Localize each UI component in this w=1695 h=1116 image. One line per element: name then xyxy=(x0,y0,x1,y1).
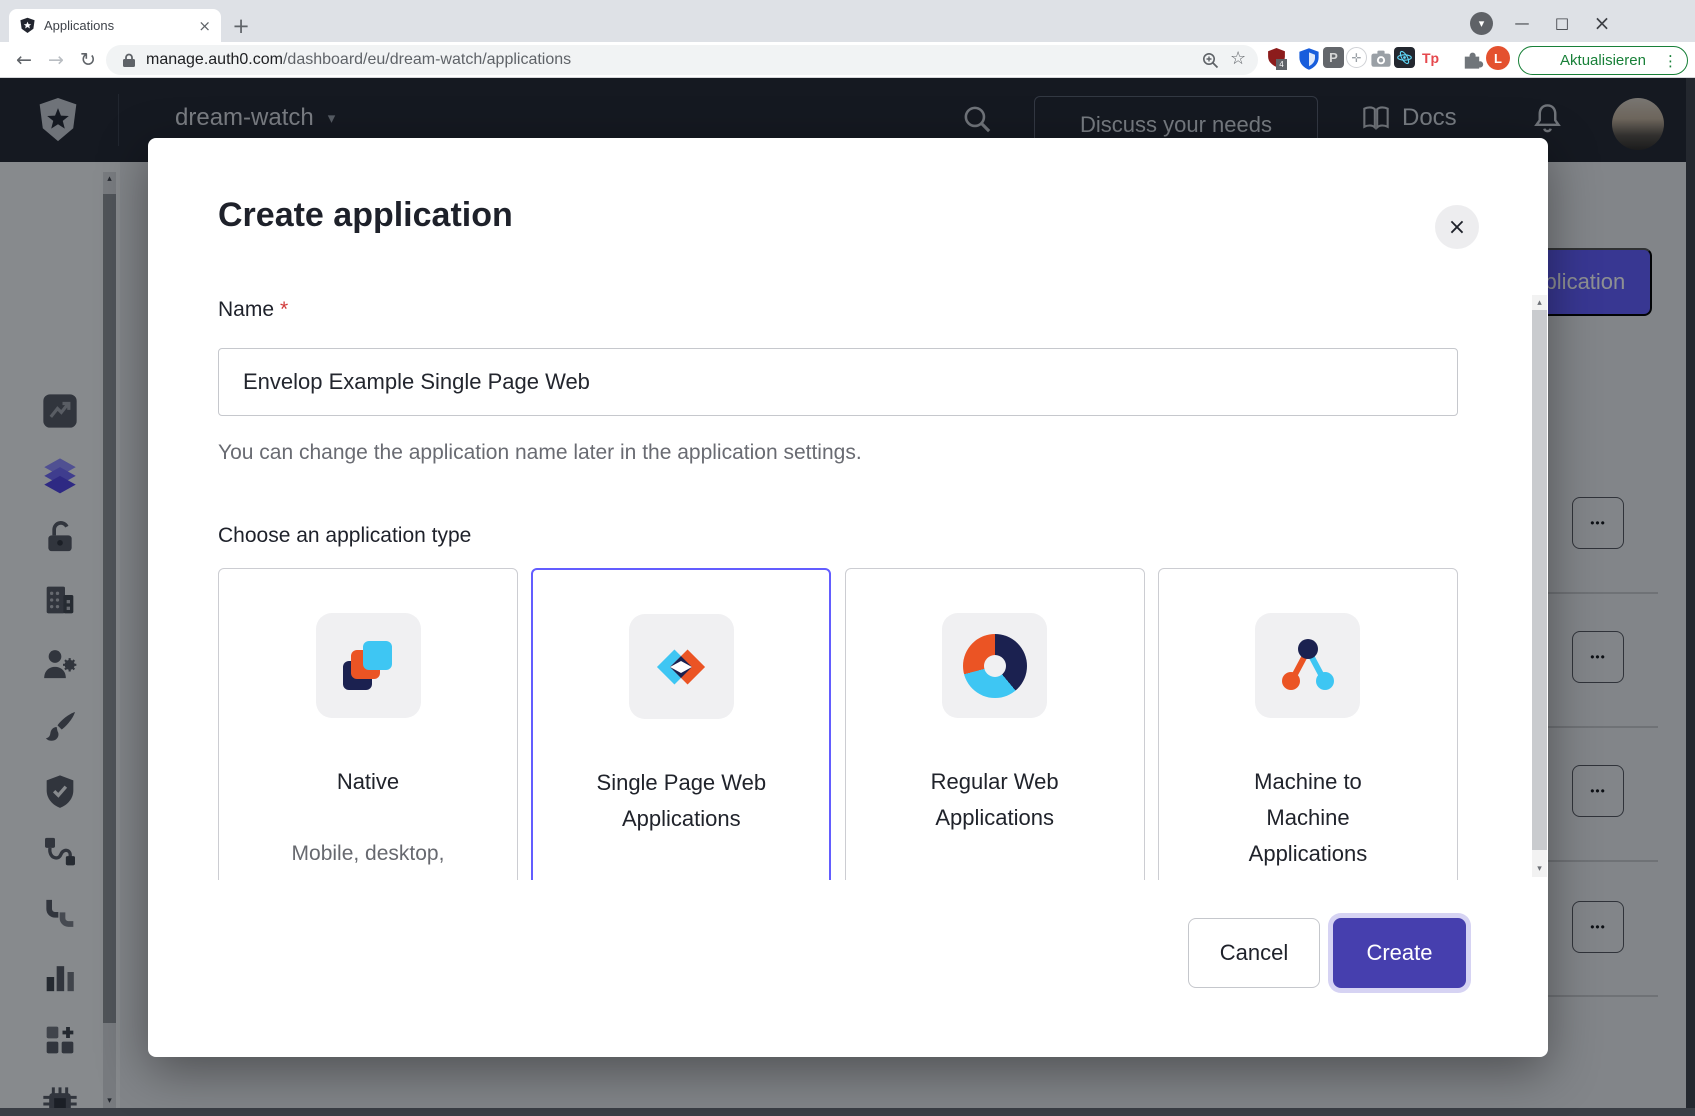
update-menu-dots-icon[interactable]: ⋮ xyxy=(1663,52,1678,70)
ublock-extension-icon[interactable]: 4 xyxy=(1266,47,1290,71)
tab-close-icon[interactable]: × xyxy=(198,17,211,35)
card-title: Machine to Machine Applications xyxy=(1220,764,1396,872)
cancel-button[interactable]: Cancel xyxy=(1188,918,1320,988)
native-icon xyxy=(316,613,421,718)
card-machine-to-machine[interactable]: Machine to Machine Applications xyxy=(1158,568,1458,880)
window-close-button[interactable]: × xyxy=(1582,8,1622,38)
forward-button[interactable]: → xyxy=(42,43,70,77)
back-button[interactable]: ← xyxy=(10,43,38,77)
application-name-input[interactable] xyxy=(218,348,1458,416)
modal-close-icon[interactable]: × xyxy=(1435,205,1479,249)
bitwarden-extension-icon[interactable] xyxy=(1297,47,1321,71)
name-helper-text: You can change the application name late… xyxy=(218,441,862,465)
window-minimize-button[interactable]: — xyxy=(1502,8,1542,38)
create-application-modal: Create application × Name* You can chang… xyxy=(148,138,1548,1057)
camera-extension-icon[interactable] xyxy=(1369,47,1393,71)
update-button-label: Aktualisieren xyxy=(1560,52,1646,69)
ublock-badge: 4 xyxy=(1276,59,1287,70)
browser-tab-applications[interactable]: Applications × xyxy=(9,9,221,42)
application-type-label: Choose an application type xyxy=(218,524,471,548)
new-tab-button[interactable]: + xyxy=(228,9,254,42)
browser-menu-chevron-icon[interactable]: ▾ xyxy=(1470,12,1493,35)
card-title: Single Page Web Applications xyxy=(593,765,769,837)
create-button[interactable]: Create xyxy=(1333,918,1466,988)
profile-avatar-button[interactable]: L xyxy=(1486,46,1510,70)
m2m-icon xyxy=(1255,613,1360,718)
address-bar[interactable]: manage.auth0.com/dashboard/eu/dream-watc… xyxy=(106,45,1258,75)
auth0-favicon-icon xyxy=(19,17,36,34)
url-text[interactable]: manage.auth0.com/dashboard/eu/dream-watc… xyxy=(146,51,571,69)
card-description: Traditional web xyxy=(907,872,1083,880)
tp-extension-icon[interactable]: Tp xyxy=(1419,47,1442,68)
window-maximize-button[interactable]: □ xyxy=(1542,8,1582,38)
zoom-icon[interactable] xyxy=(1202,52,1219,69)
browser-window: Applications × + ▾ — □ × ← → ↻ manage.au… xyxy=(0,0,1695,1116)
name-label: Name* xyxy=(218,298,288,322)
react-devtools-extension-icon[interactable] xyxy=(1394,47,1415,68)
application-type-cards: Native Mobile, desktop, CLI and smart Si… xyxy=(218,568,1458,880)
card-description: A JavaScript xyxy=(593,873,769,880)
card-single-page-web[interactable]: Single Page Web Applications A JavaScrip… xyxy=(531,568,831,880)
reload-button[interactable]: ↻ xyxy=(74,43,102,77)
regular-web-icon xyxy=(942,613,1047,718)
bookmark-star-icon[interactable]: ☆ xyxy=(1230,48,1246,69)
modal-scroll-up-icon[interactable]: ▴ xyxy=(1532,296,1547,310)
card-native[interactable]: Native Mobile, desktop, CLI and smart xyxy=(218,568,518,880)
modal-scroll-down-icon[interactable]: ▾ xyxy=(1532,862,1547,876)
tab-title: Applications xyxy=(44,18,198,33)
modal-scrollbar-thumb[interactable] xyxy=(1532,310,1547,850)
card-title: Regular Web Applications xyxy=(907,764,1083,836)
tab-strip: Applications × + ▾ — □ × xyxy=(0,0,1695,42)
update-button[interactable]: Aktualisieren ⋮ xyxy=(1518,46,1688,75)
browser-toolbar: ← → ↻ manage.auth0.com/dashboard/eu/drea… xyxy=(0,42,1695,78)
spa-icon xyxy=(629,614,734,719)
lock-icon xyxy=(122,53,136,68)
card-regular-web[interactable]: Regular Web Applications Traditional web xyxy=(845,568,1145,880)
required-asterisk: * xyxy=(280,298,288,321)
card-title: Native xyxy=(280,764,456,800)
modal-title: Create application xyxy=(218,196,513,235)
move-extension-icon[interactable]: ✛ xyxy=(1346,47,1367,68)
extensions-puzzle-icon[interactable] xyxy=(1460,47,1484,71)
modal-scrollbar-track[interactable]: ▴ ▾ xyxy=(1532,295,1547,877)
card-description: Mobile, desktop, CLI and smart xyxy=(280,836,456,880)
p-extension-icon[interactable]: P xyxy=(1323,47,1344,68)
